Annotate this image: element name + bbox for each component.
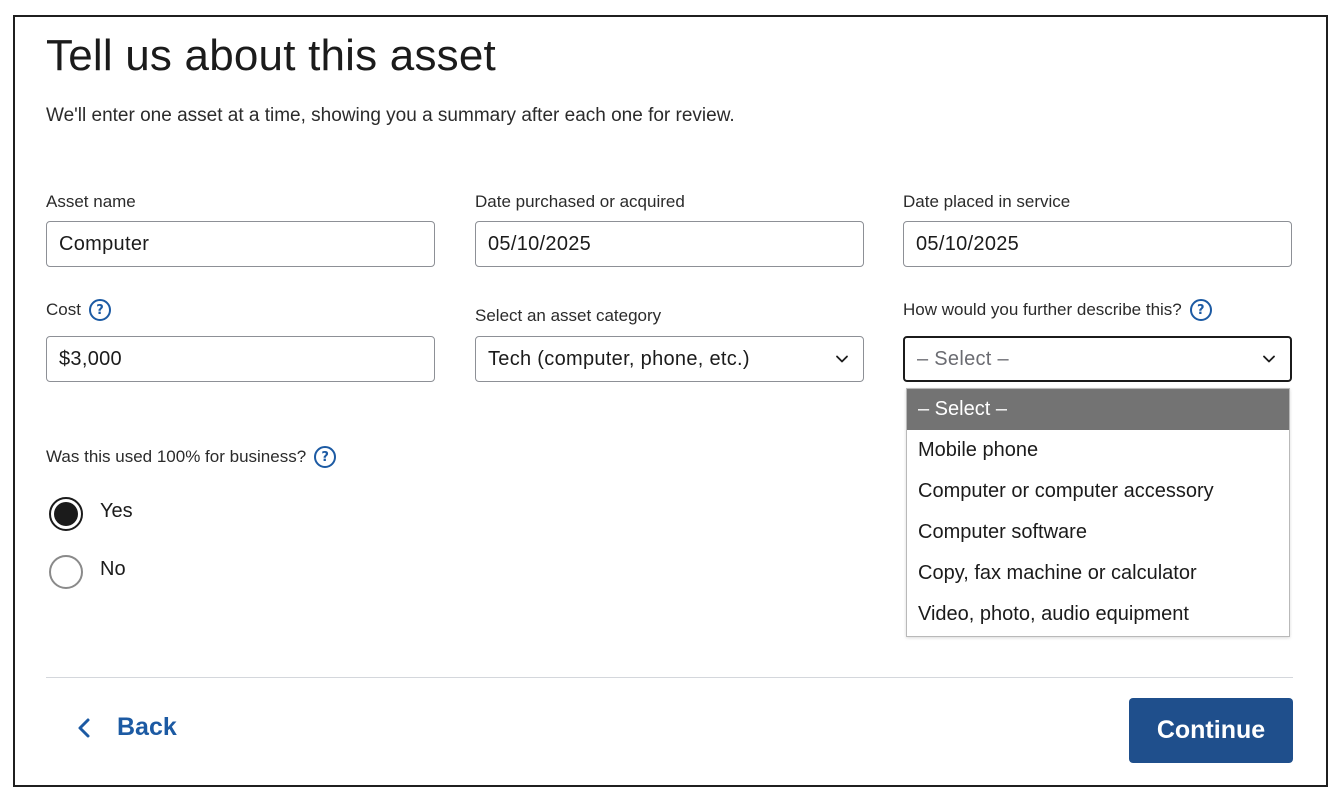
page-title: Tell us about this asset [46, 31, 496, 80]
chevron-down-icon [1263, 355, 1275, 363]
asset-category-value: Tech (computer, phone, etc.) [488, 347, 750, 370]
date-purchased-input[interactable]: 05/10/2025 [475, 221, 864, 267]
continue-button[interactable]: Continue [1129, 698, 1293, 763]
chevron-left-icon [78, 718, 90, 737]
cost-value: $3,000 [59, 347, 122, 370]
radio-yes-option[interactable]: Yes [49, 497, 133, 531]
asset-name-value: Computer [59, 232, 150, 255]
radio-no[interactable] [49, 555, 83, 589]
cost-help-icon[interactable]: ? [88, 299, 111, 321]
chevron-down-icon [836, 355, 848, 363]
asset-category-label: Select an asset category [475, 306, 662, 325]
asset-form-panel: Tell us about this asset We'll enter one… [13, 15, 1328, 787]
further-describe-select[interactable]: – Select – [903, 336, 1292, 382]
date-placed-label: Date placed in service [903, 192, 1071, 211]
footer-divider [46, 677, 1293, 678]
radio-no-label: No [100, 557, 126, 580]
dropdown-option-select[interactable]: – Select – [907, 389, 1289, 430]
dropdown-option-mobile-phone[interactable]: Mobile phone [907, 430, 1289, 471]
business-use-question: Was this used 100% for business? [46, 447, 307, 466]
asset-category-select[interactable]: Tech (computer, phone, etc.) [475, 336, 864, 382]
further-describe-help-icon[interactable]: ? [1189, 299, 1212, 321]
further-describe-dropdown-list: – Select – Mobile phone Computer or comp… [906, 388, 1290, 637]
asset-name-input[interactable]: Computer [46, 221, 435, 267]
dropdown-option-computer-accessory[interactable]: Computer or computer accessory [907, 471, 1289, 512]
radio-yes[interactable] [49, 497, 83, 531]
continue-label: Continue [1156, 716, 1266, 744]
asset-name-label: Asset name [46, 192, 136, 211]
business-use-help-icon[interactable]: ? [314, 446, 337, 468]
date-placed-value: 05/10/2025 [916, 232, 1020, 255]
further-describe-label: How would you further describe this? [903, 300, 1182, 319]
radio-yes-label: Yes [100, 499, 133, 522]
further-describe-value: – Select – [917, 347, 1009, 370]
cost-input[interactable]: $3,000 [46, 336, 435, 382]
dropdown-option-computer-software[interactable]: Computer software [907, 512, 1289, 553]
back-label: Back [117, 713, 177, 741]
further-describe-label-row: How would you further describe this? ? [903, 299, 1212, 321]
radio-checked-dot [54, 502, 78, 526]
cost-label-row: Cost ? [46, 299, 111, 321]
business-use-question-row: Was this used 100% for business? ? [46, 446, 337, 468]
date-purchased-value: 05/10/2025 [488, 232, 592, 255]
date-purchased-label: Date purchased or acquired [475, 192, 685, 211]
dropdown-option-copy-fax-calculator[interactable]: Copy, fax machine or calculator [907, 553, 1289, 594]
dropdown-option-video-photo-audio[interactable]: Video, photo, audio equipment [907, 594, 1289, 635]
cost-label: Cost [46, 300, 81, 319]
page-subtitle: We'll enter one asset at a time, showing… [46, 105, 735, 126]
radio-no-option[interactable]: No [49, 555, 126, 589]
date-placed-input[interactable]: 05/10/2025 [903, 221, 1292, 267]
back-button[interactable]: Back [77, 713, 177, 742]
